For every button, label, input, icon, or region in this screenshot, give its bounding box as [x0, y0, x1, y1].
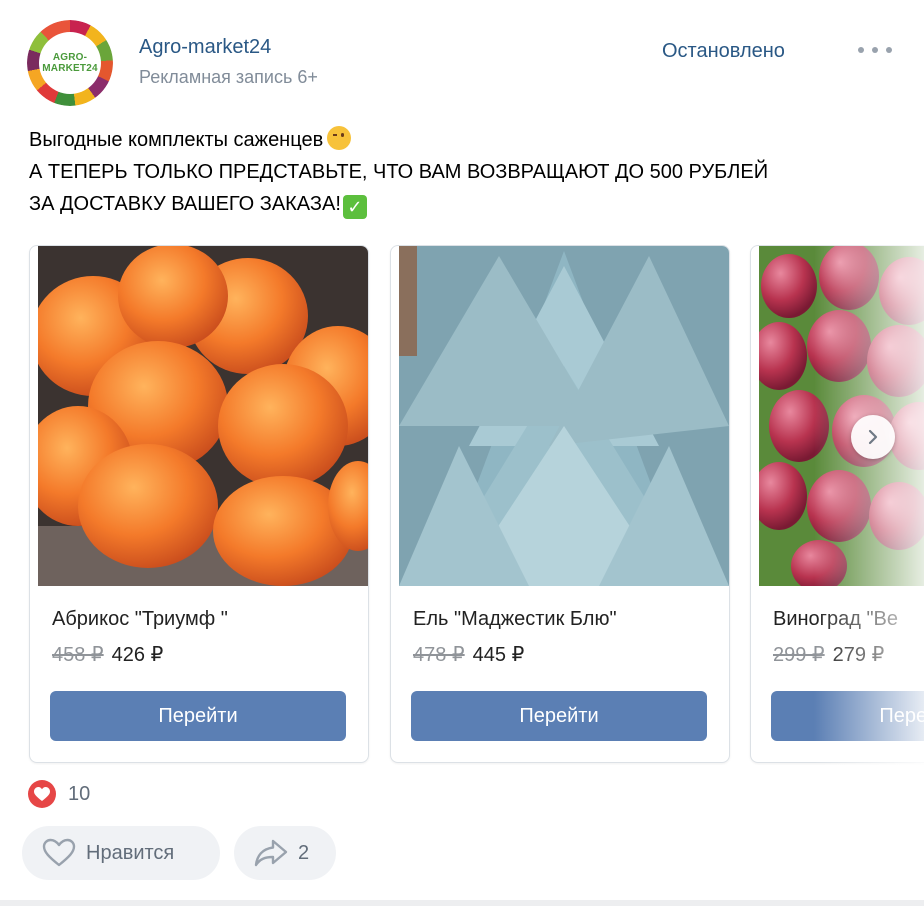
heart-outline-icon	[42, 838, 76, 867]
product-title[interactable]: Абрикос "Триумф "	[52, 608, 228, 631]
avatar-logo: AGRO- MARKET24	[39, 32, 101, 94]
post-line-2: А ТЕПЕРЬ ТОЛЬКО ПРЕДСТАВЬТЕ, ЧТО ВАМ ВОЗ…	[29, 161, 769, 183]
avatar-logo-line1: AGRO-	[52, 52, 88, 63]
old-price: 478 ₽	[413, 644, 465, 666]
product-card[interactable]: Ель "Маджестик Блю" 478 ₽ 445 ₽ Перейти	[390, 245, 730, 763]
product-title[interactable]: Ель "Маджестик Блю"	[413, 608, 617, 631]
ad-status-button[interactable]: Остановлено	[662, 40, 785, 63]
carousel-next-button[interactable]	[851, 415, 895, 459]
new-price: 445 ₽	[472, 644, 525, 666]
product-image-grapes[interactable]	[759, 246, 924, 586]
new-price: 426 ₽	[111, 644, 164, 666]
product-card[interactable]: Виноград "Ве 299 ₽ 279 ₽ Перейти	[750, 245, 924, 763]
product-image-apricots[interactable]	[38, 246, 368, 586]
go-to-product-button[interactable]: Перейти	[771, 691, 924, 741]
avatar-logo-line2: MARKET24	[42, 63, 98, 74]
post-divider	[0, 900, 924, 906]
like-button-label: Нравится	[86, 841, 175, 864]
product-carousel: Абрикос "Триумф " 458 ₽ 426 ₽ Перейти Ель…	[0, 245, 924, 765]
product-image-blue-spruce[interactable]	[399, 246, 729, 586]
ad-label: Рекламная запись 6+	[139, 67, 318, 87]
like-button[interactable]: Нравится	[22, 826, 220, 880]
old-price: 299 ₽	[773, 644, 825, 666]
product-price: 478 ₽ 445 ₽	[413, 642, 524, 667]
check-mark-emoji-icon: ✓	[342, 195, 367, 219]
share-button[interactable]: 2	[234, 826, 336, 880]
author-name-link[interactable]: Agro-market24	[139, 36, 271, 59]
post-line-3: ЗА ДОСТАВКУ ВАШЕГО ЗАКАЗА!	[29, 193, 341, 215]
share-arrow-icon	[254, 839, 288, 867]
product-price: 458 ₽ 426 ₽	[52, 642, 163, 667]
more-horizontal-icon[interactable]	[858, 38, 892, 62]
community-avatar[interactable]: AGRO- MARKET24	[27, 20, 113, 106]
old-price: 458 ₽	[52, 644, 104, 666]
wink-emoji-icon	[327, 126, 352, 150]
go-to-product-button[interactable]: Перейти	[411, 691, 707, 741]
new-price: 279 ₽	[832, 644, 885, 666]
chevron-right-icon	[868, 429, 878, 445]
post-text: Выгодные комплекты саженцев А ТЕПЕРЬ ТОЛ…	[29, 124, 909, 220]
product-card[interactable]: Абрикос "Триумф " 458 ₽ 426 ₽ Перейти	[29, 245, 369, 763]
post-line-1: Выгодные комплекты саженцев	[29, 129, 324, 151]
product-title[interactable]: Виноград "Ве	[773, 608, 898, 631]
likes-count: 10	[68, 782, 91, 805]
reactions-summary[interactable]: 10	[28, 780, 90, 808]
product-price: 299 ₽ 279 ₽	[773, 642, 884, 667]
share-count: 2	[298, 841, 310, 864]
go-to-product-button[interactable]: Перейти	[50, 691, 346, 741]
heart-reaction-icon	[28, 780, 56, 808]
